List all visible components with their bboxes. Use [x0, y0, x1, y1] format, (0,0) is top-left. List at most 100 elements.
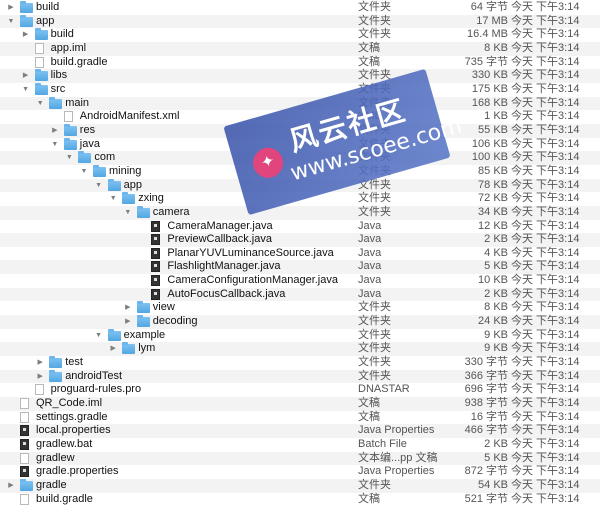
file-row[interactable]: ▶ gradle 文件夹 54 KB 今天 下午3:14 [0, 478, 600, 493]
file-date: 今天 下午3:14 [511, 41, 580, 54]
disclosure-open-icon[interactable]: ▼ [64, 151, 74, 165]
file-kind: 文件夹 [358, 315, 391, 328]
file-kind: 文件夹 [358, 192, 391, 205]
file-kind: Java [358, 246, 382, 259]
file-name: src [50, 82, 66, 95]
file-row[interactable]: ▶ libs 文件夹 330 KB 今天 下午3:14 [0, 69, 600, 83]
disclosure-open-icon[interactable]: ▼ [50, 138, 60, 152]
file-row[interactable]: ▼src文件夹175 KB今天 下午3:14 [0, 82, 600, 97]
file-row[interactable]: gradlew 文本编...pp 文稿 5 KB 今天 下午3:14 [0, 451, 600, 466]
file-size: 16.4 MB [467, 28, 508, 41]
disclosure-open-icon[interactable]: ▼ [21, 83, 31, 97]
file-size: 5 KB [484, 260, 508, 273]
finder-file-list: ▶ build 文件夹 64 字节 今天 下午3:14 ▼ app 文件夹 17 MB 今天 下午… [0, 1, 600, 506]
document-icon [151, 220, 161, 232]
file-size: 2 KB [484, 287, 508, 300]
folder-icon [20, 14, 33, 27]
file-row[interactable]: ▶ view 文件夹 8 KB 今天 下午3:14 [0, 301, 600, 315]
disclosure-closed-icon[interactable]: ▶ [50, 124, 60, 138]
file-row[interactable]: build.gradle 文稿 735 字节 今天 下午3:14 [0, 56, 600, 70]
file-kind: 文稿 [358, 410, 380, 423]
file-row[interactable]: proguard-rules.pro DNASTAR 696 字节 今天 下午3:14 [0, 383, 600, 397]
file-row[interactable]: app.iml 文稿 8 KB 今天 下午3:14 [0, 41, 600, 56]
folder-icon [136, 315, 150, 328]
file-row[interactable]: FlashlightManager.java Java 5 KB 今天 下午3:14 [0, 260, 600, 275]
file-name: CameraManager.java [167, 219, 273, 232]
file-name: com [94, 151, 116, 164]
file-row[interactable]: PreviewCallback.java Java 2 KB 今天 下午3:14 [0, 233, 600, 247]
file-row[interactable]: ▶ androidTest 文件夹 366 字节 今天 下午3:14 [0, 369, 600, 384]
file-row[interactable]: settings.gradle 文稿 16 字节 今天 下午3:14 [0, 411, 600, 425]
file-row[interactable]: ▶ build 文件夹 16.4 MB 今天 下午3:14 [0, 28, 600, 42]
document-icon [151, 247, 161, 259]
file-size: 2 KB [484, 233, 508, 246]
disclosure-open-icon[interactable]: ▼ [35, 97, 45, 111]
file-row[interactable]: CameraConfigurationManager.java Java 10 KB… [0, 274, 600, 288]
file-row[interactable]: local.properties Java Properties 466 字节 今天 … [0, 424, 600, 438]
file-size: 696 字节 [464, 383, 508, 396]
file-row[interactable]: ▶ decoding 文件夹 24 KB 今天 下午3:14 [0, 315, 600, 329]
file-kind: 文稿 [358, 41, 380, 54]
file-row[interactable]: ▶ lym 文件夹 9 KB 今天 下午3:14 [0, 342, 600, 357]
folder-icon [49, 356, 63, 369]
file-row[interactable]: ▶ build 文件夹 64 字节 今天 下午3:14 [0, 1, 600, 15]
file-size: 521 字节 [464, 492, 508, 505]
disclosure-closed-icon[interactable]: ▶ [35, 370, 45, 384]
file-date: 今天 下午3:14 [511, 451, 580, 464]
disclosure-open-icon[interactable]: ▼ [108, 192, 118, 206]
file-kind: 文件夹 [358, 205, 391, 218]
file-date: 今天 下午3:14 [511, 192, 580, 205]
file-row[interactable]: ▼ camera 文件夹 34 KB 今天 下午3:14 [0, 205, 600, 220]
disclosure-open-icon[interactable]: ▼ [123, 206, 133, 220]
file-name: res [79, 123, 96, 136]
file-row[interactable]: ▶ test 文件夹 330 字节 今天 下午3:14 [0, 356, 600, 370]
file-size: 1 KB [484, 110, 508, 123]
file-size: 100 KB [471, 151, 508, 164]
file-size: 366 字节 [464, 369, 508, 382]
file-size: 330 KB [471, 69, 508, 82]
file-row[interactable]: ▼ example 文件夹 9 KB 今天 下午3:14 [0, 328, 600, 343]
disclosure-closed-icon[interactable]: ▶ [123, 301, 133, 315]
file-row[interactable]: PlanarYUVLuminanceSource.java Java 4 KB 今天 … [0, 247, 600, 261]
file-row[interactable]: build.gradle 文稿 521 字节 今天 下午3:14 [0, 493, 600, 507]
file-date: 今天 下午3:14 [511, 301, 580, 314]
disclosure-open-icon[interactable]: ▼ [94, 179, 104, 193]
file-kind: 文件夹 [358, 369, 391, 382]
file-date: 今天 下午3:14 [511, 69, 580, 82]
file-date: 今天 下午3:14 [511, 369, 580, 382]
file-row[interactable]: gradle.properties Java Properties 872 字节 今天… [0, 465, 600, 479]
file-size: 175 KB [471, 82, 508, 95]
disclosure-closed-icon[interactable]: ▶ [6, 1, 16, 15]
file-size: 54 KB [478, 478, 508, 491]
file-size: 735 字节 [464, 55, 508, 68]
file-date: 今天 下午3:14 [511, 110, 580, 123]
file-date: 今天 下午3:14 [511, 410, 580, 423]
file-name: app [36, 14, 55, 27]
file-row[interactable]: ▼ app 文件夹 17 MB 今天 下午3:14 [0, 14, 600, 29]
file-row[interactable]: CameraManager.java Java 12 KB 今天 下午3:14 [0, 220, 600, 234]
disclosure-closed-icon[interactable]: ▶ [21, 28, 31, 42]
disclosure-open-icon[interactable]: ▼ [6, 15, 16, 29]
file-row[interactable]: AutoFocusCallback.java Java 2 KB 今天 下午3:14 [0, 287, 600, 302]
folder-icon [136, 205, 150, 218]
disclosure-closed-icon[interactable]: ▶ [21, 69, 31, 83]
file-row[interactable]: gradlew.bat Batch File 2 KB 今天 下午3:14 [0, 438, 600, 452]
disclosure-closed-icon[interactable]: ▶ [108, 342, 118, 356]
disclosure-closed-icon[interactable]: ▶ [123, 315, 133, 329]
file-date: 今天 下午3:14 [511, 287, 580, 300]
disclosure-open-icon[interactable]: ▼ [79, 165, 89, 179]
file-kind: 文件夹 [358, 28, 391, 41]
file-name: androidTest [65, 369, 123, 382]
disclosure-closed-icon[interactable]: ▶ [35, 356, 45, 370]
file-date: 今天 下午3:14 [511, 438, 580, 450]
file-name: build.gradle [50, 55, 108, 68]
file-row[interactable]: QR_Code.iml 文稿 938 字节 今天 下午3:14 [0, 397, 600, 411]
bird-logo-icon: ✦ [249, 144, 287, 182]
file-size: 24 KB [478, 315, 508, 328]
file-size: 16 字节 [470, 410, 508, 423]
file-kind: Java [358, 260, 382, 273]
disclosure-open-icon[interactable]: ▼ [94, 329, 104, 343]
disclosure-closed-icon[interactable]: ▶ [6, 479, 16, 493]
file-date: 今天 下午3:14 [511, 492, 580, 505]
file-size: 106 KB [471, 137, 508, 150]
